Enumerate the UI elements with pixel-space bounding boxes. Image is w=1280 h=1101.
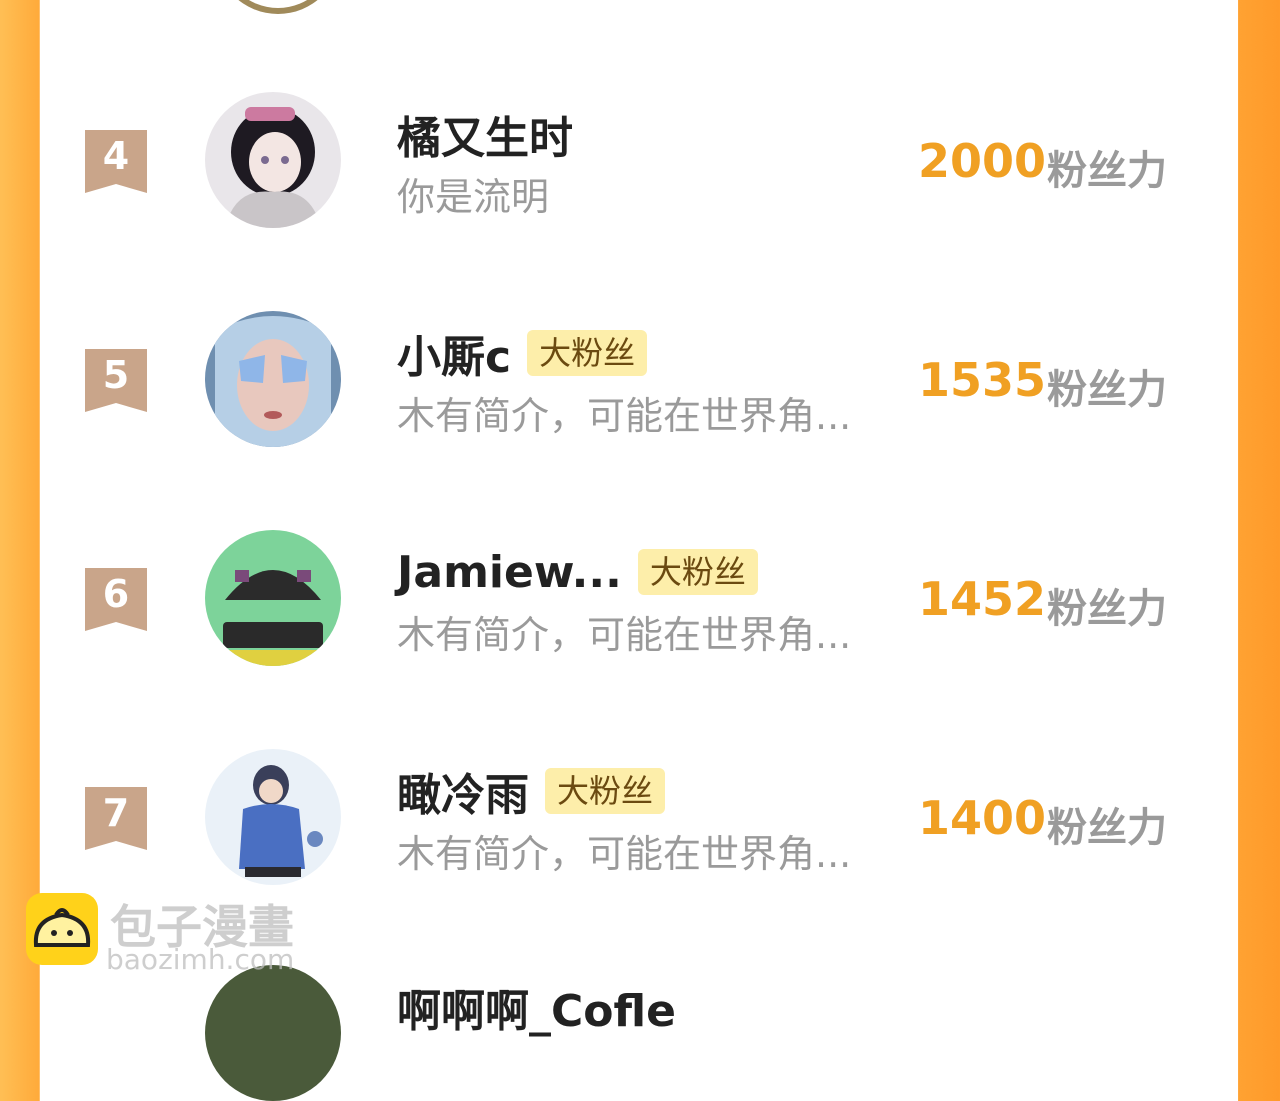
user-name-line: Jamiew... 大粉丝	[397, 542, 758, 602]
user-bio: 木有简介，可能在世界角...	[397, 613, 852, 657]
adidas-logo-avatar[interactable]	[205, 530, 341, 666]
big-fan-badge: 大粉丝	[527, 330, 648, 376]
child-figure-avatar[interactable]	[205, 749, 341, 885]
site-watermark: 包子漫畫 baozimh.com	[26, 893, 326, 976]
ranking-row[interactable]: 4 橘又生时 你是流明 2000 粉丝力	[0, 92, 1280, 232]
watermark-url: baozimh.com	[106, 943, 295, 976]
rank-number: 4	[102, 134, 130, 178]
rank-ribbon-icon: 5	[85, 349, 147, 412]
fan-score-unit: 粉丝力	[1047, 148, 1167, 194]
rank-ribbon-icon: 7	[85, 787, 147, 850]
user-name-line: 橘又生时	[397, 104, 573, 164]
fan-score: 1535	[918, 353, 1047, 407]
rank-number: 5	[102, 353, 130, 397]
user-bio: 木有简介，可能在世界角...	[397, 832, 852, 876]
user-name[interactable]: 瞰冷雨	[397, 759, 529, 823]
user-bio: 木有简介，可能在世界角...	[397, 394, 852, 438]
fan-score: 1400	[918, 791, 1047, 845]
anime-girl-avatar[interactable]	[205, 92, 341, 228]
rank-number: 7	[102, 791, 130, 835]
fan-score-unit: 粉丝力	[1047, 586, 1167, 632]
rank-ribbon-icon: 6	[85, 568, 147, 631]
fan-score-unit: 粉丝力	[1047, 367, 1167, 413]
user-name[interactable]: 橘又生时	[397, 102, 573, 166]
ranking-row[interactable]: 5 小厮c 大粉丝 木有简介，可能在世界角... 1535 粉丝力	[0, 311, 1280, 451]
fan-score: 1452	[918, 572, 1047, 626]
user-name[interactable]: 小厮c	[397, 321, 511, 385]
bun-mascot-icon	[26, 893, 98, 965]
user-name[interactable]: Jamiew...	[397, 547, 622, 598]
next-rank-user-name[interactable]: 啊啊啊_Cofle	[397, 975, 676, 1039]
ranking-row[interactable]: 7 瞰冷雨 大粉丝 木有简介，可能在世界角... 1400 粉丝力	[0, 749, 1280, 889]
user-name-line: 瞰冷雨 大粉丝	[397, 759, 666, 823]
ranking-row[interactable]: 6 Jamiew... 大粉丝 木有简介，可能在世界角... 1452 粉丝力	[0, 530, 1280, 670]
fan-score-unit: 粉丝力	[1047, 805, 1167, 851]
big-fan-badge: 大粉丝	[637, 549, 758, 595]
fan-score: 2000	[918, 134, 1047, 188]
rank-ribbon-icon: 4	[85, 130, 147, 193]
next-rank-avatar[interactable]	[205, 965, 341, 1101]
rank-number: 6	[102, 572, 130, 616]
user-bio: 你是流明	[397, 175, 550, 219]
user-name-line: 小厮c 大粉丝	[397, 321, 648, 385]
big-fan-badge: 大粉丝	[545, 768, 666, 814]
blue-makeup-face-avatar[interactable]	[205, 311, 341, 447]
